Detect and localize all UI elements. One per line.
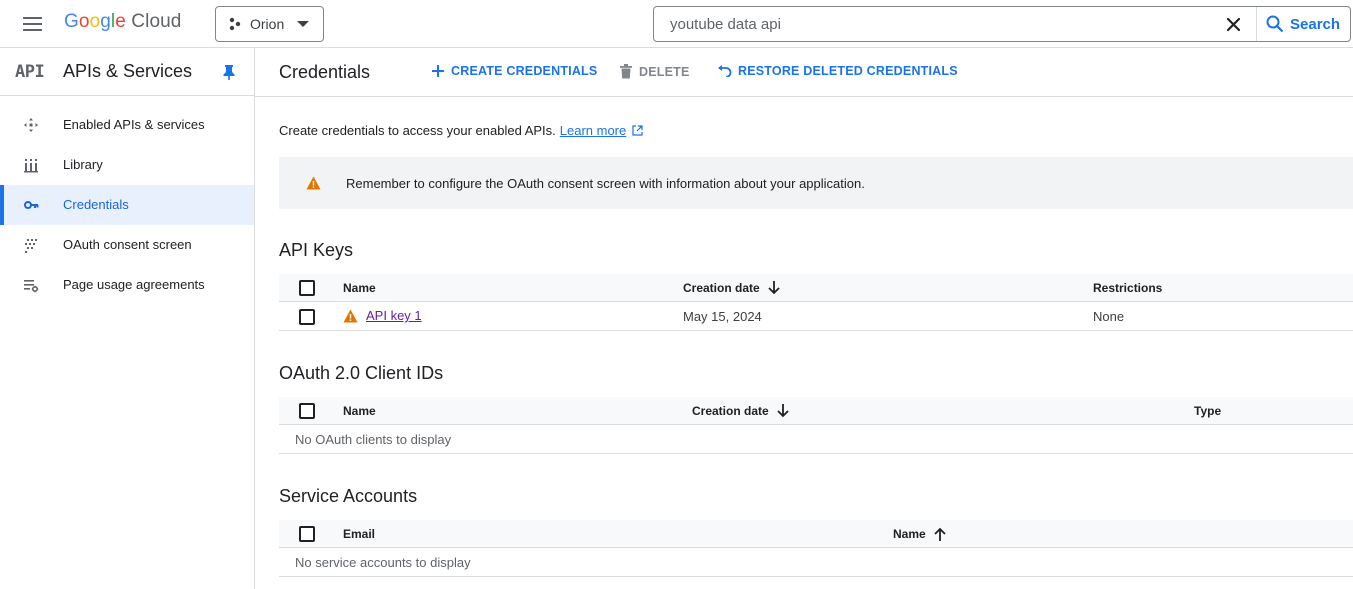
column-name[interactable]: Name — [893, 527, 946, 541]
google-cloud-logo[interactable]: Google Cloud — [64, 11, 181, 33]
library-icon — [24, 159, 38, 173]
column-type[interactable]: Type — [1194, 404, 1221, 418]
caret-down-icon — [297, 21, 309, 27]
sidebar-item-library[interactable]: Library — [0, 145, 254, 185]
column-creation-date[interactable]: Creation date — [683, 281, 780, 295]
column-name-label: Name — [893, 527, 926, 541]
empty-row: No OAuth clients to display — [279, 425, 1353, 454]
key-icon — [24, 201, 39, 209]
arrow-down-icon — [777, 404, 789, 418]
sidebar-title: APIs & Services — [63, 61, 193, 81]
select-all-checkbox[interactable] — [299, 280, 315, 296]
column-name[interactable]: Name — [343, 404, 376, 418]
search-button[interactable]: Search — [1266, 7, 1340, 41]
column-creation-date-label: Creation date — [683, 281, 760, 295]
create-credentials-label: CREATE CREDENTIALS — [451, 64, 598, 78]
table-header: Name Creation date Restrictions — [279, 274, 1353, 302]
intro-label: Create credentials to access your enable… — [279, 123, 556, 138]
service-accounts-table: Email Name No service accounts to displa… — [279, 520, 1353, 577]
warning-icon — [306, 176, 321, 190]
hamburger-menu-icon[interactable] — [20, 12, 46, 36]
top-bar: Google Cloud Orion Search — [0, 0, 1353, 48]
restore-label: RESTORE DELETED CREDENTIALS — [738, 64, 958, 78]
plus-icon — [432, 65, 444, 77]
logo-google-text: Google — [64, 11, 126, 32]
column-creation-date-label: Creation date — [692, 404, 769, 418]
select-all-checkbox[interactable] — [299, 526, 315, 542]
enabled-apis-icon — [24, 118, 38, 132]
external-link-icon — [632, 125, 643, 136]
sidebar-item-oauth-consent[interactable]: OAuth consent screen — [0, 225, 254, 265]
api-key-name: API key 1 — [366, 308, 422, 323]
intro-text: Create credentials to access your enable… — [279, 123, 643, 138]
search-icon — [1266, 15, 1284, 33]
restore-deleted-credentials-button[interactable]: RESTORE DELETED CREDENTIALS — [717, 64, 958, 78]
page-title: Credentials — [279, 62, 371, 82]
sidebar-item-page-usage[interactable]: Page usage agreements — [0, 265, 254, 305]
project-name: Orion — [250, 16, 285, 32]
column-name[interactable]: Name — [343, 281, 376, 295]
banner-text: Remember to configure the OAuth consent … — [346, 176, 865, 191]
delete-button[interactable]: DELETE — [619, 64, 690, 79]
creation-date-cell: May 15, 2024 — [683, 309, 762, 324]
service-accounts-title: Service Accounts — [279, 486, 418, 506]
search-divider — [1256, 7, 1257, 41]
column-email[interactable]: Email — [343, 527, 375, 541]
api-key-link[interactable]: API key 1 — [343, 308, 422, 323]
warning-icon — [343, 309, 358, 322]
learn-more-link[interactable]: Learn more — [560, 123, 626, 138]
sidebar-item-label: Enabled APIs & services — [63, 117, 205, 132]
main-content: Credentials CREATE CREDENTIALS DELETE RE… — [255, 48, 1353, 589]
clear-search-icon[interactable] — [1220, 11, 1247, 38]
column-restrictions[interactable]: Restrictions — [1093, 281, 1162, 295]
sidebar-item-credentials[interactable]: Credentials — [0, 185, 254, 225]
oauth-clients-title: OAuth 2.0 Client IDs — [279, 363, 444, 383]
delete-label: DELETE — [639, 64, 690, 79]
search-button-label: Search — [1290, 15, 1341, 33]
empty-message: No OAuth clients to display — [295, 432, 452, 447]
table-header: Name Creation date Type — [279, 397, 1353, 425]
row-checkbox[interactable] — [299, 309, 315, 325]
project-icon — [229, 17, 241, 31]
sidebar-header: API APIs & Services — [0, 48, 254, 96]
create-credentials-button[interactable]: CREATE CREDENTIALS — [431, 64, 597, 78]
sidebar-item-label: Library — [63, 157, 103, 172]
sidebar-item-label: Page usage agreements — [63, 277, 205, 292]
select-all-checkbox[interactable] — [299, 403, 315, 419]
learn-more-label: Learn more — [559, 123, 627, 138]
sidebar-item-enabled-apis[interactable]: Enabled APIs & services — [0, 105, 254, 145]
arrow-up-icon — [934, 527, 946, 541]
restrictions-cell: None — [1093, 309, 1125, 324]
oauth-warning-banner: Remember to configure the OAuth consent … — [279, 157, 1353, 209]
oauth-consent-icon — [25, 239, 37, 253]
pin-icon[interactable] — [222, 64, 236, 80]
table-row: API key 1 May 15, 2024 None — [279, 302, 1353, 331]
search-bar: Search — [653, 6, 1351, 42]
column-creation-date[interactable]: Creation date — [692, 404, 789, 418]
oauth-clients-table: Name Creation date Type No OAuth clients… — [279, 397, 1353, 454]
logo-cloud-text: Cloud — [131, 11, 182, 32]
trash-icon — [620, 64, 632, 79]
sidebar: API APIs & Services Enabled APIs & servi… — [0, 48, 255, 589]
empty-message: No service accounts to display — [295, 555, 471, 570]
page-header: Credentials CREATE CREDENTIALS DELETE RE… — [255, 48, 1353, 97]
search-input[interactable] — [655, 8, 1215, 40]
empty-row: No service accounts to display — [279, 548, 1353, 577]
api-keys-table: Name Creation date Restrictions API key … — [279, 274, 1353, 331]
arrow-down-icon — [768, 281, 780, 295]
api-logo-icon: API — [15, 62, 45, 82]
sidebar-item-label: OAuth consent screen — [63, 237, 192, 252]
settings-list-icon — [24, 280, 39, 293]
api-keys-title: API Keys — [279, 240, 354, 260]
table-header: Email Name — [279, 520, 1353, 548]
undo-icon — [718, 65, 732, 77]
sidebar-nav: Enabled APIs & services Library Credenti… — [0, 105, 254, 305]
sidebar-item-label: Credentials — [63, 197, 129, 212]
project-picker[interactable]: Orion — [215, 6, 324, 42]
